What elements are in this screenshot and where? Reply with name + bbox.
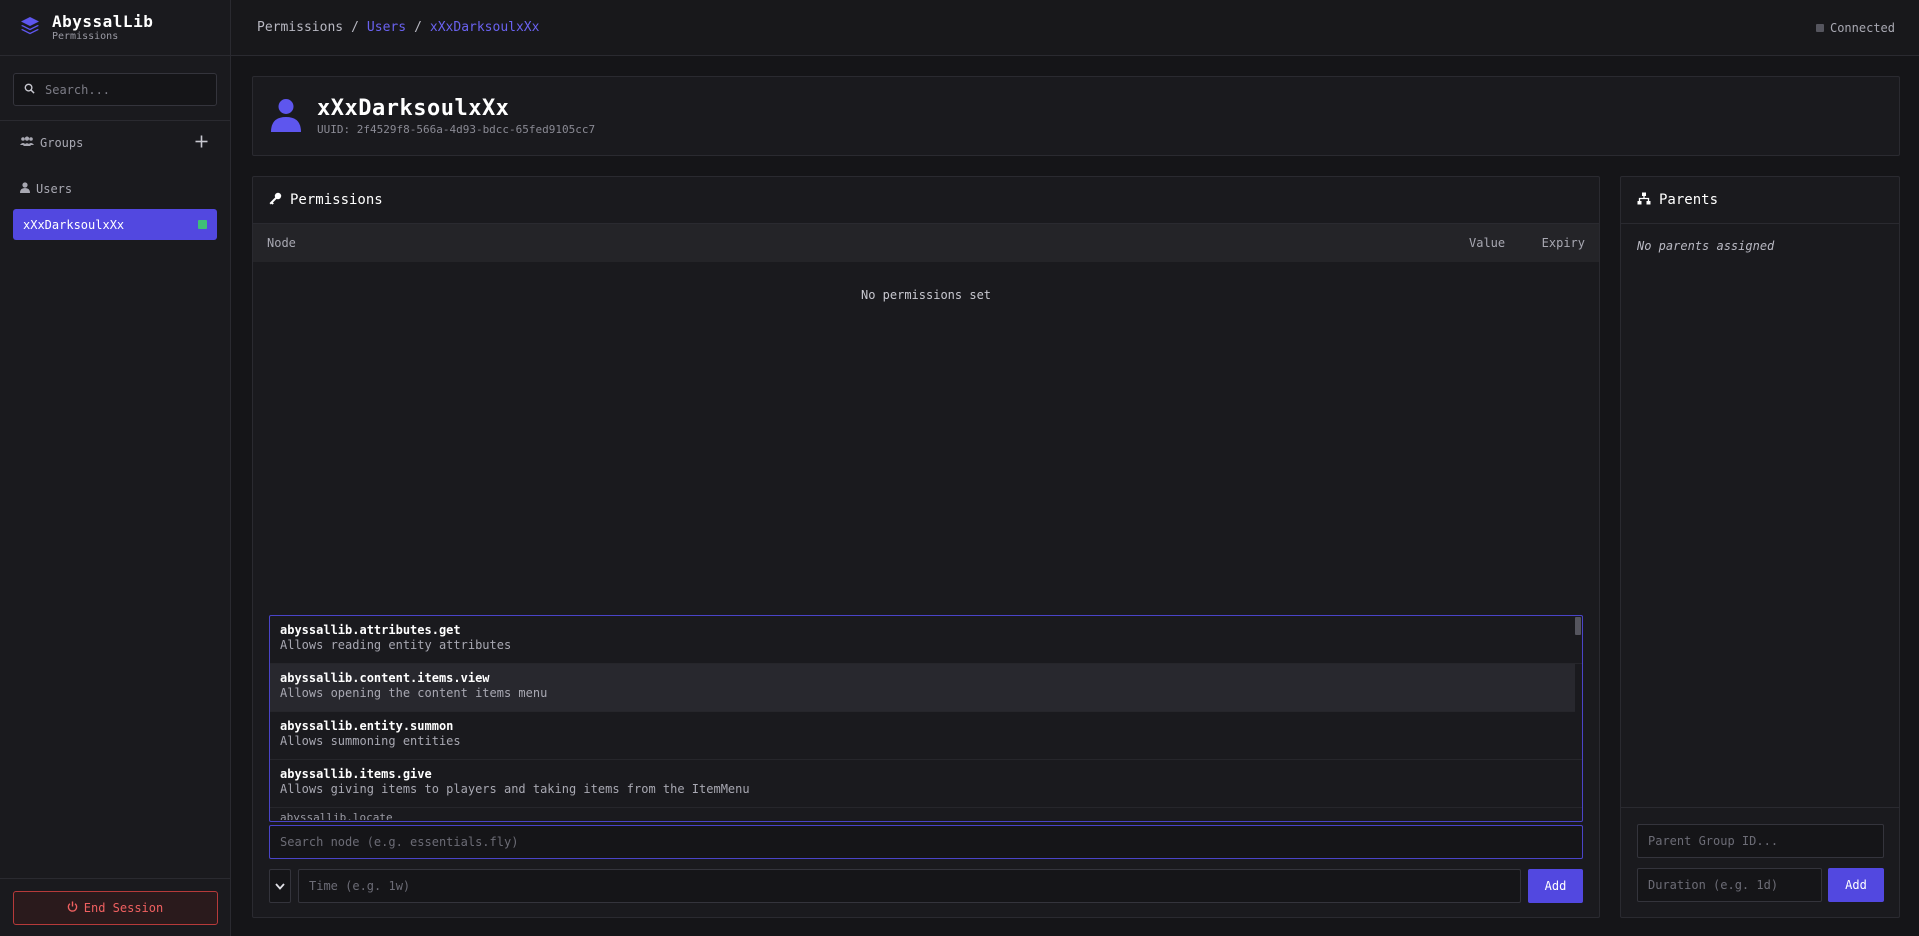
suggestion-node: abyssallib.entity.summon: [280, 719, 454, 733]
brand: AbyssalLib Permissions: [0, 0, 230, 56]
suggestion-node: abyssallib.items.give: [280, 767, 432, 781]
parents-empty-message: No parents assigned: [1637, 239, 1775, 253]
suggestion-node: abyssallib.attributes.get: [280, 623, 461, 637]
user-uuid: UUID: 2f4529f8-566a-4d93-bdcc-65fed9105c…: [317, 123, 596, 136]
permissions-panel: Permissions Node Value Expiry No permiss…: [252, 176, 1600, 918]
sidebar-search: [13, 73, 217, 106]
breadcrumb-separator: /: [351, 20, 359, 35]
dropdown-scrollbar[interactable]: [1575, 617, 1581, 635]
sidebar-item-label: xXxDarksoulxXx: [23, 217, 125, 232]
suggestion-node: abyssallib.content.items.view: [280, 671, 490, 685]
permissions-table-header: Node Value Expiry: [253, 224, 1599, 262]
suggestion-item[interactable]: abyssallib.items.give Allows giving item…: [270, 760, 1582, 808]
users-section: Users: [0, 175, 230, 203]
column-header-node: Node: [267, 236, 296, 250]
permissions-title: Permissions: [290, 192, 383, 208]
users-group-icon: [20, 136, 34, 150]
time-input[interactable]: [298, 869, 1521, 903]
breadcrumb-permissions: Permissions: [257, 20, 344, 35]
online-status-indicator: [198, 220, 207, 229]
node-suggestions-dropdown: abyssallib.attributes.get Allows reading…: [269, 615, 1583, 822]
permissions-empty-message: No permissions set: [860, 288, 992, 302]
topbar: Permissions / Users / xXxDarksoulxXx Con…: [231, 0, 1919, 56]
add-permission-button[interactable]: Add: [1528, 869, 1583, 903]
parents-header: Parents: [1621, 177, 1899, 224]
column-header-expiry: Expiry: [1541, 236, 1585, 250]
brand-title: AbyssalLib: [52, 11, 154, 31]
suggestion-description: Allows opening the content items menu: [280, 686, 548, 700]
key-icon: [269, 192, 282, 209]
permissions-header: Permissions: [253, 177, 1599, 224]
groups-label: Groups: [40, 136, 84, 150]
sidebar-item-user[interactable]: xXxDarksoulxXx: [13, 209, 217, 240]
breadcrumb-users[interactable]: Users: [367, 20, 406, 35]
status-indicator: [1815, 23, 1824, 32]
layers-icon: [20, 16, 40, 39]
power-icon: [67, 900, 78, 915]
suggestion-item[interactable]: abyssallib.content.items.view Allows ope…: [270, 664, 1575, 712]
search-input[interactable]: [45, 82, 205, 97]
add-group-button[interactable]: [195, 135, 208, 151]
suggestion-description: Allows giving items to players and takin…: [280, 782, 750, 796]
duration-input[interactable]: [1637, 868, 1822, 902]
suggestion-item-partial[interactable]: abyssallib.locate: [270, 808, 1582, 820]
user-icon: [20, 182, 30, 196]
sidebar: AbyssalLib Permissions Groups Users: [0, 0, 231, 936]
suggestion-description: Allows summoning entities: [280, 734, 461, 748]
column-header-value: Value: [1469, 236, 1506, 250]
parents-panel: Parents No parents assigned Add: [1620, 176, 1900, 918]
breadcrumb-current-user[interactable]: xXxDarksoulxXx: [430, 20, 540, 35]
parent-group-input[interactable]: [1637, 824, 1884, 858]
end-session-button[interactable]: End Session: [12, 890, 218, 925]
parents-title: Parents: [1659, 192, 1719, 208]
groups-section: Groups: [0, 129, 230, 157]
user-name: xXxDarksoulxXx: [317, 96, 510, 121]
end-session-label: End Session: [83, 900, 164, 915]
search-icon: [24, 83, 35, 97]
breadcrumb: Permissions / Users / xXxDarksoulxXx: [257, 20, 539, 35]
brand-subtitle: Permissions: [52, 30, 119, 42]
suggestion-item[interactable]: abyssallib.attributes.get Allows reading…: [270, 616, 1582, 664]
status-label: Connected: [1829, 20, 1895, 35]
user-avatar-icon: [271, 98, 301, 135]
users-label: Users: [36, 182, 73, 196]
node-search-input[interactable]: [269, 825, 1583, 859]
suggestion-description: Allows reading entity attributes: [280, 638, 512, 652]
breadcrumb-separator: /: [414, 20, 422, 35]
add-parent-button[interactable]: Add: [1828, 868, 1884, 902]
user-header: xXxDarksoulxXx UUID: 2f4529f8-566a-4d93-…: [252, 76, 1900, 156]
hierarchy-icon: [1637, 192, 1651, 209]
value-select[interactable]: [269, 869, 291, 903]
connection-status: Connected: [1815, 20, 1895, 35]
suggestion-item[interactable]: abyssallib.entity.summon Allows summonin…: [270, 712, 1582, 760]
chevron-down-icon: [275, 879, 285, 893]
